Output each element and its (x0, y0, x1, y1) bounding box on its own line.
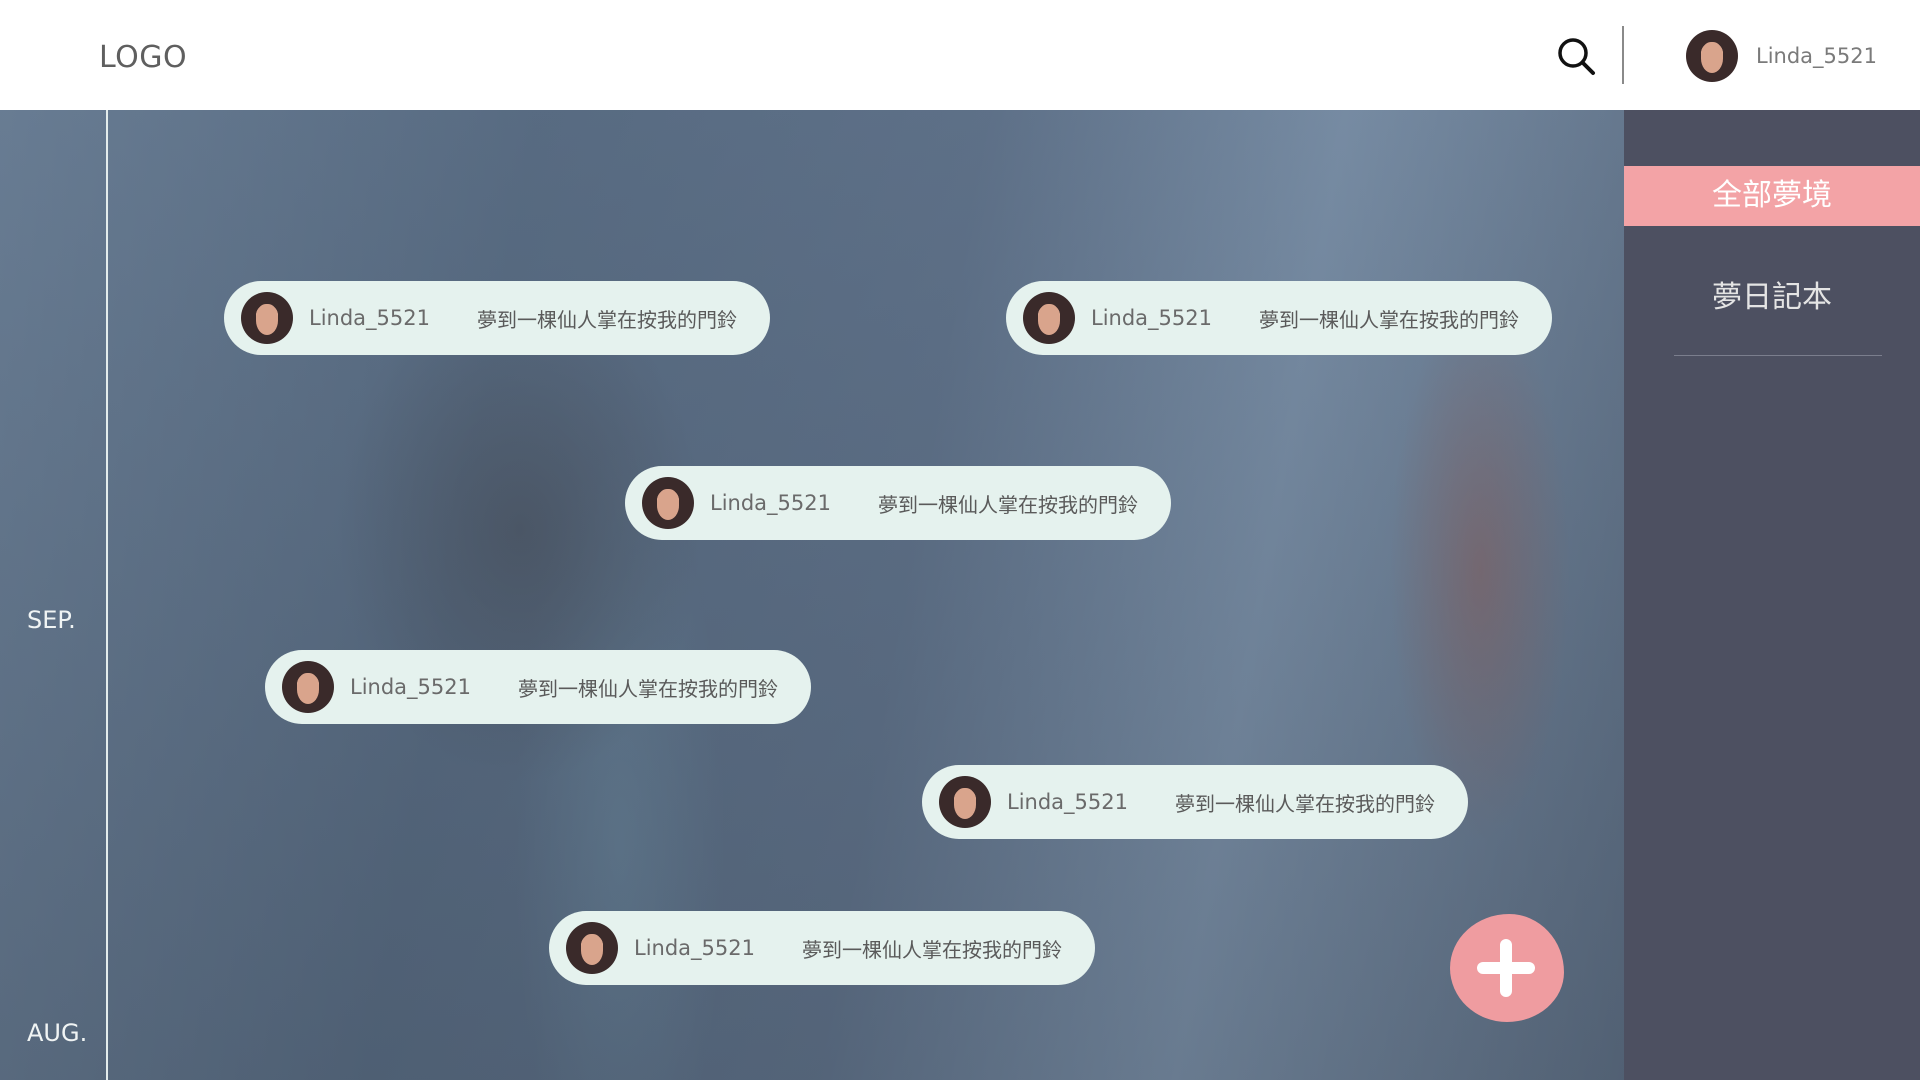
avatar (939, 776, 991, 828)
add-dream-button[interactable] (1450, 914, 1564, 1022)
search-icon[interactable] (1556, 36, 1596, 76)
tab-dream-diary[interactable]: 夢日記本 (1624, 268, 1920, 328)
sidebar-divider (1674, 355, 1882, 356)
avatar (1023, 292, 1075, 344)
dream-timeline-area: SEP. AUG. Linda_5521 夢到一棵仙人掌在按我的門鈴 Linda… (0, 110, 1624, 1080)
sidebar: 全部夢境 夢日記本 (1624, 110, 1920, 1080)
dream-card-text: 夢到一棵仙人掌在按我的門鈴 (1259, 307, 1519, 332)
header-divider (1622, 26, 1624, 84)
dream-card-text: 夢到一棵仙人掌在按我的門鈴 (802, 937, 1062, 962)
month-label-sep: SEP. (27, 606, 76, 634)
dream-card[interactable]: Linda_5521 夢到一棵仙人掌在按我的門鈴 (224, 281, 770, 355)
dream-card[interactable]: Linda_5521 夢到一棵仙人掌在按我的門鈴 (549, 911, 1095, 985)
timeline-line (106, 110, 108, 1080)
dream-card[interactable]: Linda_5521 夢到一棵仙人掌在按我的門鈴 (625, 466, 1171, 540)
month-label-aug: AUG. (27, 1019, 88, 1047)
top-header: LOGO Linda_5521 (0, 0, 1920, 110)
dream-card-user: Linda_5521 (350, 675, 471, 699)
user-menu[interactable]: Linda_5521 (1686, 30, 1877, 82)
dream-card-user: Linda_5521 (1007, 790, 1128, 814)
dream-card-user: Linda_5521 (634, 936, 755, 960)
dream-card-user: Linda_5521 (1091, 306, 1212, 330)
logo[interactable]: LOGO (99, 40, 187, 75)
avatar (1686, 30, 1738, 82)
dream-card-user: Linda_5521 (309, 306, 430, 330)
dream-card[interactable]: Linda_5521 夢到一棵仙人掌在按我的門鈴 (1006, 281, 1552, 355)
dream-card-text: 夢到一棵仙人掌在按我的門鈴 (477, 307, 737, 332)
dream-card[interactable]: Linda_5521 夢到一棵仙人掌在按我的門鈴 (922, 765, 1468, 839)
avatar (241, 292, 293, 344)
dream-card-text: 夢到一棵仙人掌在按我的門鈴 (1175, 791, 1435, 816)
avatar (566, 922, 618, 974)
dream-card-user: Linda_5521 (710, 491, 831, 515)
dream-card-text: 夢到一棵仙人掌在按我的門鈴 (878, 492, 1138, 517)
user-name: Linda_5521 (1756, 44, 1877, 68)
avatar (642, 477, 694, 529)
avatar (282, 661, 334, 713)
dream-card-text: 夢到一棵仙人掌在按我的門鈴 (518, 676, 778, 701)
tab-all-dreams[interactable]: 全部夢境 (1624, 166, 1920, 226)
dream-card[interactable]: Linda_5521 夢到一棵仙人掌在按我的門鈴 (265, 650, 811, 724)
